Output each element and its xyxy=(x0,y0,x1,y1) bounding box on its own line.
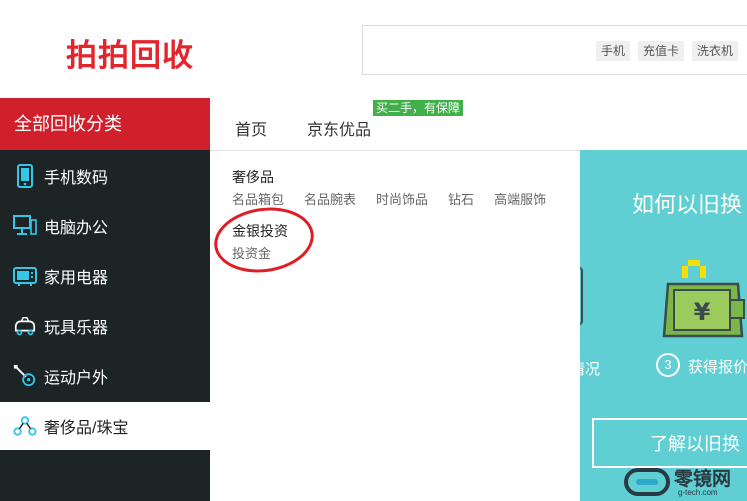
nav-home[interactable]: 首页 xyxy=(235,116,267,140)
toy-icon xyxy=(13,313,37,339)
sidebar-item-label: 玩具乐器 xyxy=(44,320,109,337)
sidebar-item-label: 手机数码 xyxy=(44,170,109,187)
category-sidebar: 手机数码 电脑办公 家用电器 玩具乐器 运动户外 奢侈品/珠宝 xyxy=(0,150,210,501)
learn-more-button[interactable]: 了解以旧换 xyxy=(592,418,747,468)
sub-link[interactable]: 名品腕表 xyxy=(304,189,356,208)
watermark-logo-icon xyxy=(624,468,670,496)
phone-icon xyxy=(13,163,37,189)
hot-word-washing-machine[interactable]: 洗衣机 xyxy=(692,41,739,61)
sidebar-item-label: 家用电器 xyxy=(44,270,109,287)
sidebar-item-label: 奢侈品/珠宝 xyxy=(44,420,129,437)
search-box[interactable]: 手机 充值卡 洗衣机 xyxy=(362,25,747,75)
highlight-circle xyxy=(210,201,318,279)
group-title-luxury[interactable]: 奢侈品 xyxy=(232,167,274,187)
sub-link[interactable]: 高端服饰 xyxy=(494,189,546,208)
computer-icon xyxy=(13,213,37,239)
sidebar-item-luxury[interactable]: 奢侈品/珠宝 xyxy=(0,402,210,450)
watermark-subtext: g-tech.com xyxy=(678,488,718,497)
sidebar-item-appliances[interactable]: 家用电器 xyxy=(0,252,210,300)
watermark: 零镜网 g-tech.com xyxy=(622,464,747,501)
category-dropdown: 奢侈品 名品箱包 名品腕表 时尚饰品 钻石 高端服饰 金银投资 投资金 xyxy=(210,150,580,501)
sidebar-item-outdoor[interactable]: 运动户外 xyxy=(0,352,210,400)
sidebar-item-label: 运动户外 xyxy=(44,370,109,387)
sub-link[interactable]: 时尚饰品 xyxy=(376,189,428,208)
step-label: 获得报价 xyxy=(688,359,747,376)
watermark-text: 零镜网 xyxy=(674,469,732,490)
sub-link[interactable]: 名品箱包 xyxy=(232,189,284,208)
sub-links-luxury: 名品箱包 名品腕表 时尚饰品 钻石 高端服饰 xyxy=(232,189,546,208)
hot-word-recharge-card[interactable]: 充值卡 xyxy=(638,41,685,61)
nav-jd-youpin[interactable]: 京东优品 xyxy=(307,116,371,140)
tv-icon xyxy=(13,263,37,289)
banner-step-fragment: 情况 xyxy=(580,361,601,378)
guitar-icon xyxy=(13,363,37,389)
hot-words: 手机 充值卡 洗衣机 xyxy=(596,41,739,61)
jewelry-icon xyxy=(13,413,37,439)
step-frame xyxy=(580,267,583,325)
wallet-icon: ¥ xyxy=(662,260,745,338)
step-number-badge: 3 xyxy=(656,353,680,377)
svg-text:¥: ¥ xyxy=(694,298,711,326)
sidebar-item-toys[interactable]: 玩具乐器 xyxy=(0,302,210,350)
nav-badge: 买二手，有保障 xyxy=(373,100,464,116)
trade-in-banner: 如何以旧换 情况 ¥ 3 获得报价 了解以旧换 xyxy=(580,150,747,501)
banner-title: 如何以旧换 xyxy=(632,192,743,217)
all-categories-button[interactable]: 全部回收分类 xyxy=(0,98,210,150)
sub-link[interactable]: 钻石 xyxy=(448,189,474,208)
hot-word-phone[interactable]: 手机 xyxy=(596,41,631,61)
sidebar-item-computers[interactable]: 电脑办公 xyxy=(0,202,210,250)
sidebar-item-label: 电脑办公 xyxy=(44,220,109,237)
sidebar-item-phones[interactable]: 手机数码 xyxy=(0,152,210,200)
logo[interactable]: 拍拍回收 xyxy=(66,30,194,75)
search-input[interactable] xyxy=(369,36,589,64)
